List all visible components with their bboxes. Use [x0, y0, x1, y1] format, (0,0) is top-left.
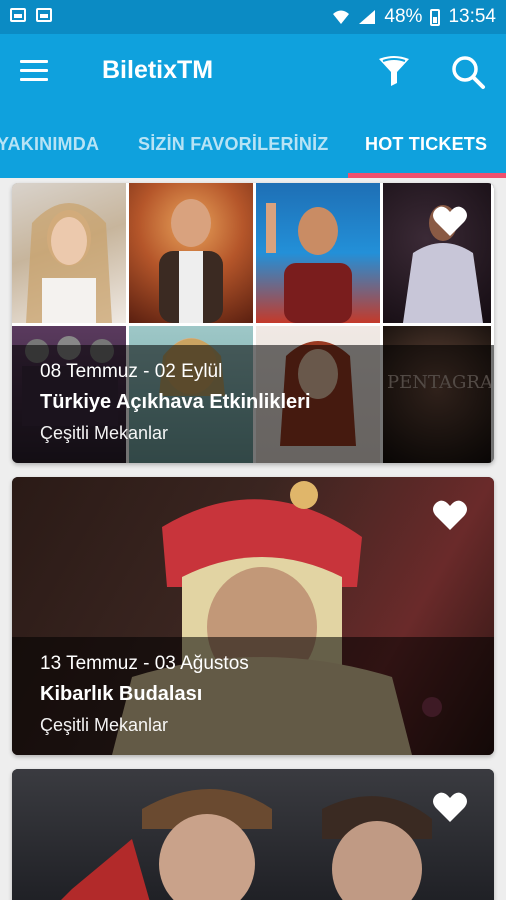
- heart-icon[interactable]: [432, 205, 468, 237]
- event-venue: Çeşitli Mekanlar: [40, 715, 169, 735]
- signal-icon: [359, 10, 376, 24]
- event-image: [12, 769, 494, 900]
- tab-favorites[interactable]: SİZİN FAVORİLERİNİZ: [138, 134, 328, 155]
- event-date: 13 Temmuz - 03 Ağustos: [40, 653, 249, 674]
- event-title: Kibarlık Budalası: [40, 683, 203, 705]
- tab-hot-tickets[interactable]: HOT TICKETS: [365, 134, 487, 155]
- menu-icon[interactable]: [20, 60, 48, 82]
- event-info-overlay: 08 Temmuz - 02 Eylül Türkiye Açıkhava Et…: [12, 345, 494, 463]
- app-bar: BiletixTM: [0, 34, 506, 110]
- event-card[interactable]: PENTAGRAM 08 Temmuz - 02 Eylül Türkiye A…: [12, 183, 494, 463]
- wifi-icon: [333, 10, 350, 24]
- clock: 13:54: [448, 6, 496, 27]
- event-card[interactable]: [12, 769, 494, 900]
- gallery-icon: [36, 8, 52, 22]
- battery-percent: 48%: [384, 6, 423, 27]
- event-date: 08 Temmuz - 02 Eylül: [40, 361, 223, 382]
- tab-bar: YAKINIMDA SİZİN FAVORİLERİNİZ HOT TICKET…: [0, 110, 506, 178]
- app-title: BiletixTM: [102, 56, 214, 84]
- heart-icon[interactable]: [432, 499, 468, 531]
- event-venue: Çeşitli Mekanlar: [40, 423, 169, 443]
- image-icon: [10, 8, 26, 22]
- battery-icon: [430, 8, 441, 26]
- tab-nearby[interactable]: YAKINIMDA: [0, 134, 99, 155]
- filter-icon[interactable]: [376, 53, 412, 89]
- event-info-overlay: 13 Temmuz - 03 Ağustos Kibarlık Budalası…: [12, 637, 494, 755]
- status-bar: 48% 13:54: [0, 0, 506, 34]
- tab-indicator: [348, 173, 506, 178]
- event-title: Türkiye Açıkhava Etkinlikleri: [40, 391, 311, 413]
- search-icon[interactable]: [450, 54, 486, 90]
- heart-icon[interactable]: [432, 791, 468, 823]
- event-card[interactable]: 13 Temmuz - 03 Ağustos Kibarlık Budalası…: [12, 477, 494, 755]
